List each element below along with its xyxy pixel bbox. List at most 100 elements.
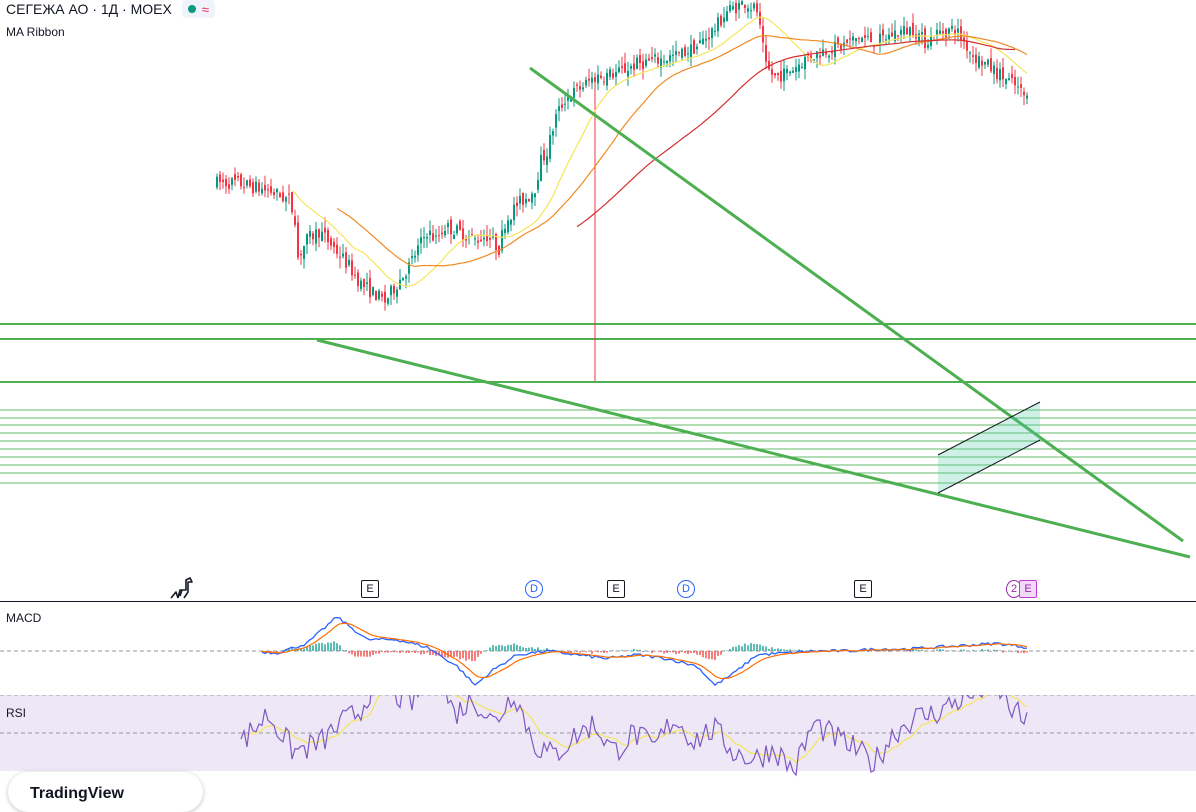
candle-body <box>540 154 542 182</box>
macd-histogram-bar <box>714 651 716 661</box>
macd-histogram-bar <box>612 650 614 651</box>
tradingview-watermark[interactable]: TradingView <box>8 772 203 812</box>
candle-body <box>816 51 818 59</box>
macd-legend[interactable]: MACD <box>6 611 41 625</box>
macd-histogram-bar <box>477 651 479 657</box>
candle-body <box>456 225 458 234</box>
candle-body <box>864 35 866 38</box>
candle-body <box>696 46 698 50</box>
candle-body <box>678 51 680 54</box>
candle-body <box>315 229 317 244</box>
macd-histogram-bar <box>333 641 335 651</box>
macd-histogram-bar <box>804 651 806 652</box>
macd-histogram-bar <box>318 643 320 651</box>
macd-histogram-bar <box>603 651 605 654</box>
candle-body <box>657 57 659 64</box>
candle-body <box>771 69 773 75</box>
candle-body <box>453 235 455 240</box>
candle-body <box>561 104 563 108</box>
macd-histogram-bar <box>654 651 656 652</box>
candle-body <box>618 67 620 73</box>
macd-histogram-bar <box>987 649 989 651</box>
macd-histogram-bar <box>342 649 344 651</box>
macd-histogram-bar <box>708 651 710 660</box>
candle-body <box>243 187 245 189</box>
candle-body <box>291 192 293 213</box>
price-pane[interactable] <box>0 0 1196 600</box>
macd-histogram-bar <box>507 644 509 651</box>
upcoming-earnings-marker[interactable]: E <box>1019 580 1037 598</box>
candle-body <box>855 38 857 42</box>
macd-histogram-bar <box>486 650 488 651</box>
candle-body <box>984 61 986 65</box>
macd-histogram-bar <box>303 648 305 651</box>
macd-histogram-bar <box>1020 651 1022 653</box>
macd-histogram-bar <box>384 651 386 653</box>
candle-body <box>351 260 353 276</box>
macd-histogram-bar <box>1017 651 1019 654</box>
candle-body <box>738 2 740 10</box>
macd-histogram-bar <box>756 644 758 651</box>
candle-body <box>414 255 416 258</box>
candle-body <box>672 54 674 56</box>
macd-histogram-bar <box>981 649 983 651</box>
macd-histogram-bar <box>414 651 416 654</box>
candle-body <box>903 26 905 35</box>
candle-body <box>216 176 218 188</box>
candle-body <box>792 70 794 73</box>
delay-wave-icon: ≈ <box>201 1 209 17</box>
macd-histogram-bar <box>588 651 590 652</box>
candle-body <box>711 28 713 39</box>
macd-histogram-bar <box>693 651 695 654</box>
candle-body <box>336 244 338 254</box>
macd-histogram-bar <box>630 650 632 651</box>
macd-histogram-bar <box>774 649 776 651</box>
symbol-title[interactable]: СЕГЕЖА АО · 1Д · MOEX <box>6 1 172 17</box>
candle-body <box>339 256 341 258</box>
macd-histogram-bar <box>651 651 653 654</box>
rsi-legend[interactable]: RSI <box>6 706 26 720</box>
candle-body <box>510 219 512 225</box>
macd-histogram-bar <box>375 651 377 654</box>
candle-body <box>273 192 275 195</box>
macd-histogram-bar <box>669 651 671 653</box>
chart-canvas[interactable] <box>0 0 1196 790</box>
candle-body <box>240 174 242 187</box>
macd-histogram-bar <box>975 650 977 652</box>
macd-histogram-bar <box>1026 651 1028 653</box>
candle-body <box>753 3 755 9</box>
candle-body <box>741 1 743 5</box>
dividend-marker[interactable]: D <box>525 580 543 598</box>
candle-body <box>1005 78 1007 85</box>
earnings-marker[interactable]: E <box>854 580 872 598</box>
candle-body <box>528 199 530 202</box>
macd-histogram-bar <box>921 649 923 651</box>
macd-histogram-bar <box>951 650 953 651</box>
candle-body <box>717 17 719 32</box>
candle-body <box>348 259 350 266</box>
macd-histogram-bar <box>690 651 692 654</box>
candle-body <box>867 36 869 38</box>
market-status-badge[interactable]: ≈ <box>181 0 215 18</box>
candle-body <box>321 231 323 242</box>
macd-histogram-bar <box>480 651 482 654</box>
earnings-marker[interactable]: E <box>607 580 625 598</box>
candle-body <box>882 29 884 36</box>
dividend-marker[interactable]: D <box>677 580 695 598</box>
macd-histogram-bar <box>723 650 725 652</box>
ma-ribbon-legend[interactable]: MA Ribbon <box>6 25 65 39</box>
watermark-text: TradingView <box>30 785 124 802</box>
candle-body <box>324 227 326 233</box>
candle-body <box>564 103 566 105</box>
candle-body <box>978 56 980 68</box>
macd-histogram-bar <box>474 651 476 661</box>
symbol-header[interactable]: СЕГЕЖА АО · 1Д · MOEX ≈ <box>6 0 215 18</box>
candle-body <box>1017 86 1019 88</box>
candle-body <box>798 64 800 72</box>
macd-pane[interactable] <box>0 601 1196 695</box>
macd-histogram-bar <box>726 650 728 651</box>
earnings-marker[interactable]: E <box>361 580 379 598</box>
macd-histogram-bar <box>915 649 917 651</box>
candle-body <box>429 230 431 235</box>
candle-body <box>360 280 362 289</box>
